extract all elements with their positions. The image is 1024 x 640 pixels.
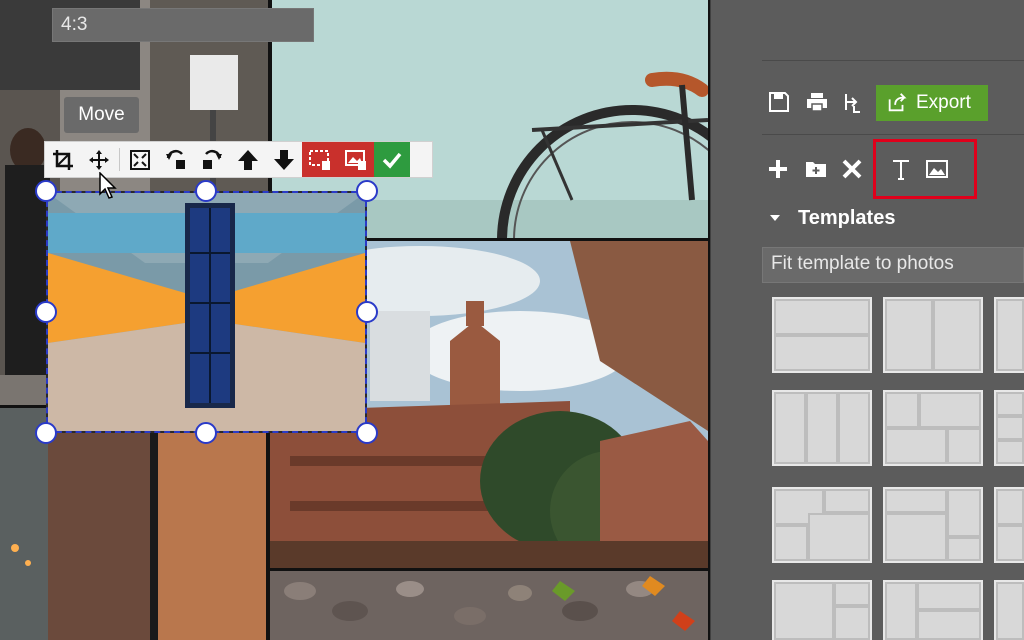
print-icon xyxy=(807,93,827,112)
fit-icon xyxy=(130,149,150,170)
template-thumbnail[interactable] xyxy=(772,297,872,373)
resize-handle-right[interactable] xyxy=(356,301,378,323)
template-thumbnail[interactable] xyxy=(994,580,1024,640)
app-window: Move 4:3 Export Templates Fit template t… xyxy=(0,0,1024,640)
template-thumbnail[interactable] xyxy=(994,297,1024,373)
share-icon xyxy=(845,94,860,113)
resize-handle-bottom-right[interactable] xyxy=(356,422,378,444)
send-backward-button[interactable] xyxy=(266,142,302,177)
template-thumbnail[interactable] xyxy=(772,390,872,466)
template-thumbnail[interactable] xyxy=(772,580,872,640)
crop-icon xyxy=(53,149,73,170)
mouse-cursor-icon xyxy=(99,172,117,199)
resize-handle-top-left[interactable] xyxy=(35,180,57,202)
delete-frame-icon xyxy=(309,149,330,170)
resize-handle-left[interactable] xyxy=(35,301,57,323)
selected-photo-subway[interactable] xyxy=(46,191,367,433)
resize-handle-top-right[interactable] xyxy=(356,180,378,202)
export-label: Export xyxy=(916,92,971,113)
highlight-box xyxy=(873,139,977,199)
remove-button[interactable] xyxy=(838,155,866,183)
confirm-icon xyxy=(382,152,402,169)
rotate-left-icon xyxy=(166,149,185,169)
template-thumbnail[interactable] xyxy=(883,487,983,563)
frame-divider xyxy=(266,406,270,640)
fit-template-select[interactable]: Fit template to photos xyxy=(762,247,1024,283)
save-icon xyxy=(769,92,789,112)
templates-section-header[interactable]: Templates xyxy=(762,198,1024,238)
delete-frame-button[interactable] xyxy=(302,142,338,177)
folder-plus-icon xyxy=(806,162,826,177)
export-icon xyxy=(888,93,907,112)
panel-divider xyxy=(762,134,1024,135)
share-button[interactable] xyxy=(838,88,866,116)
print-button[interactable] xyxy=(803,88,831,116)
confirm-button[interactable] xyxy=(374,142,410,177)
template-thumbnail[interactable] xyxy=(994,390,1024,466)
fit-button[interactable] xyxy=(122,142,158,177)
resize-handle-top[interactable] xyxy=(195,180,217,202)
delete-photo-button[interactable] xyxy=(338,142,374,177)
save-button[interactable] xyxy=(765,88,793,116)
rotate-right-button[interactable] xyxy=(194,142,230,177)
export-button[interactable]: Export xyxy=(876,85,988,121)
send-backward-icon xyxy=(274,149,294,170)
photo-stones[interactable] xyxy=(270,571,708,640)
add-folder-button[interactable] xyxy=(802,155,830,183)
crop-button[interactable] xyxy=(45,142,81,177)
move-tooltip: Move xyxy=(64,97,139,133)
plus-icon xyxy=(769,160,787,178)
frame-divider xyxy=(270,568,708,571)
template-thumbnail[interactable] xyxy=(772,487,872,563)
resize-handle-bottom-left[interactable] xyxy=(35,422,57,444)
bring-forward-button[interactable] xyxy=(230,142,266,177)
toolbar-separator xyxy=(119,148,120,171)
add-button[interactable] xyxy=(764,155,792,183)
template-thumbnail[interactable] xyxy=(883,390,983,466)
template-thumbnail[interactable] xyxy=(883,580,983,640)
panel-divider xyxy=(762,60,1024,61)
close-icon xyxy=(842,159,862,179)
template-thumbnail[interactable] xyxy=(883,297,983,373)
bring-forward-icon xyxy=(238,149,258,170)
move-icon xyxy=(89,149,109,170)
templates-title: Templates xyxy=(798,206,896,229)
aspect-ratio-field[interactable]: 4:3 xyxy=(52,8,314,42)
collage-canvas[interactable]: Move xyxy=(0,0,710,640)
rotate-right-icon xyxy=(203,149,222,169)
template-thumbnail[interactable] xyxy=(994,487,1024,563)
rotate-left-button[interactable] xyxy=(158,142,194,177)
delete-photo-icon xyxy=(345,149,366,170)
resize-handle-bottom[interactable] xyxy=(195,422,217,444)
caret-down-icon xyxy=(770,215,780,221)
